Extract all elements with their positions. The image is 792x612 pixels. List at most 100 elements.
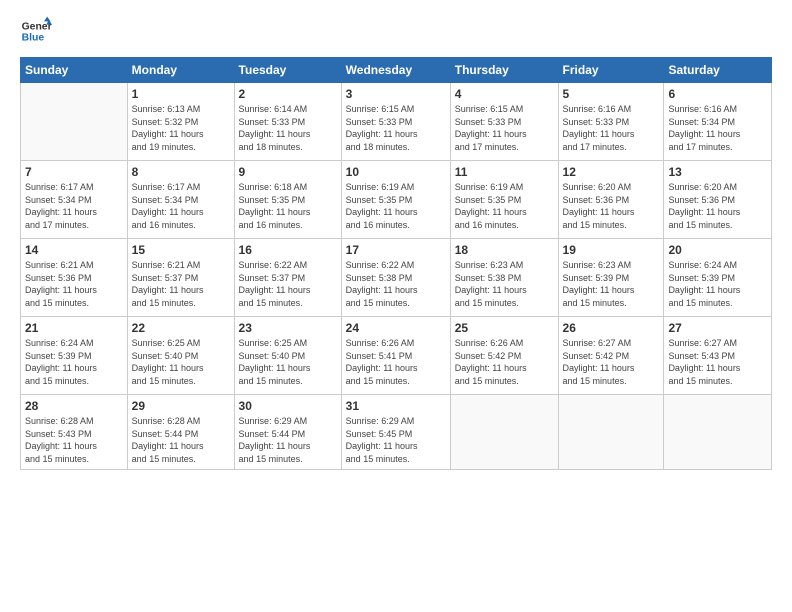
day-number: 11 [455,165,554,179]
day-info: Sunrise: 6:27 AM Sunset: 5:43 PM Dayligh… [668,337,767,387]
calendar-cell [664,395,772,470]
day-info: Sunrise: 6:21 AM Sunset: 5:36 PM Dayligh… [25,259,123,309]
day-info: Sunrise: 6:22 AM Sunset: 5:37 PM Dayligh… [239,259,337,309]
calendar-cell: 3 Sunrise: 6:15 AM Sunset: 5:33 PM Daylig… [341,83,450,161]
day-info: Sunrise: 6:15 AM Sunset: 5:33 PM Dayligh… [455,103,554,153]
day-number: 8 [132,165,230,179]
calendar-cell: 12 Sunrise: 6:20 AM Sunset: 5:36 PM Dayli… [558,161,664,239]
day-info: Sunrise: 6:20 AM Sunset: 5:36 PM Dayligh… [668,181,767,231]
day-info: Sunrise: 6:17 AM Sunset: 5:34 PM Dayligh… [25,181,123,231]
logo: General Blue [20,15,52,47]
calendar-cell: 14 Sunrise: 6:21 AM Sunset: 5:36 PM Dayli… [21,239,128,317]
calendar-cell: 1 Sunrise: 6:13 AM Sunset: 5:32 PM Daylig… [127,83,234,161]
day-number: 18 [455,243,554,257]
day-info: Sunrise: 6:22 AM Sunset: 5:38 PM Dayligh… [346,259,446,309]
day-number: 3 [346,87,446,101]
day-number: 23 [239,321,337,335]
calendar-cell: 5 Sunrise: 6:16 AM Sunset: 5:33 PM Daylig… [558,83,664,161]
weekday-header: Saturday [664,58,772,83]
calendar-cell: 20Sunrise: 6:24 AM Sunset: 5:39 PM Dayli… [664,239,772,317]
day-number: 25 [455,321,554,335]
calendar-cell: 15 Sunrise: 6:21 AM Sunset: 5:37 PM Dayli… [127,239,234,317]
calendar-week-row: 21 Sunrise: 6:24 AM Sunset: 5:39 PM Dayli… [21,317,772,395]
calendar-body: 1 Sunrise: 6:13 AM Sunset: 5:32 PM Daylig… [21,83,772,470]
calendar-cell: 16 Sunrise: 6:22 AM Sunset: 5:37 PM Dayli… [234,239,341,317]
day-info: Sunrise: 6:14 AM Sunset: 5:33 PM Dayligh… [239,103,337,153]
calendar-cell: 21 Sunrise: 6:24 AM Sunset: 5:39 PM Dayli… [21,317,128,395]
day-info: Sunrise: 6:21 AM Sunset: 5:37 PM Dayligh… [132,259,230,309]
calendar-week-row: 14 Sunrise: 6:21 AM Sunset: 5:36 PM Dayli… [21,239,772,317]
calendar-cell: 11 Sunrise: 6:19 AM Sunset: 5:35 PM Dayli… [450,161,558,239]
day-info: Sunrise: 6:24 AM Sunset: 5:39 PM Dayligh… [25,337,123,387]
calendar-cell: 25 Sunrise: 6:26 AM Sunset: 5:42 PM Dayli… [450,317,558,395]
calendar-week-row: 1 Sunrise: 6:13 AM Sunset: 5:32 PM Daylig… [21,83,772,161]
day-number: 10 [346,165,446,179]
calendar-cell: 23 Sunrise: 6:25 AM Sunset: 5:40 PM Dayli… [234,317,341,395]
calendar-cell: 17 Sunrise: 6:22 AM Sunset: 5:38 PM Dayli… [341,239,450,317]
day-info: Sunrise: 6:13 AM Sunset: 5:32 PM Dayligh… [132,103,230,153]
day-number: 12 [563,165,660,179]
calendar-cell: 29 Sunrise: 6:28 AM Sunset: 5:44 PM Dayli… [127,395,234,470]
day-number: 27 [668,321,767,335]
page-container: General Blue SundayMondayTuesdayWednesda… [0,0,792,612]
weekday-header: Thursday [450,58,558,83]
calendar-week-row: 7 Sunrise: 6:17 AM Sunset: 5:34 PM Daylig… [21,161,772,239]
day-number: 2 [239,87,337,101]
day-info: Sunrise: 6:26 AM Sunset: 5:41 PM Dayligh… [346,337,446,387]
day-info: Sunrise: 6:25 AM Sunset: 5:40 PM Dayligh… [239,337,337,387]
day-info: Sunrise: 6:27 AM Sunset: 5:42 PM Dayligh… [563,337,660,387]
day-info: Sunrise: 6:20 AM Sunset: 5:36 PM Dayligh… [563,181,660,231]
header: General Blue [20,15,772,47]
calendar-cell: 26 Sunrise: 6:27 AM Sunset: 5:42 PM Dayli… [558,317,664,395]
day-number: 14 [25,243,123,257]
day-info: Sunrise: 6:16 AM Sunset: 5:33 PM Dayligh… [563,103,660,153]
day-info: Sunrise: 6:17 AM Sunset: 5:34 PM Dayligh… [132,181,230,231]
day-info: Sunrise: 6:28 AM Sunset: 5:43 PM Dayligh… [25,415,123,465]
day-number: 5 [563,87,660,101]
day-info: Sunrise: 6:16 AM Sunset: 5:34 PM Dayligh… [668,103,767,153]
calendar-table: SundayMondayTuesdayWednesdayThursdayFrid… [20,57,772,470]
calendar-cell [21,83,128,161]
day-info: Sunrise: 6:18 AM Sunset: 5:35 PM Dayligh… [239,181,337,231]
day-info: Sunrise: 6:23 AM Sunset: 5:39 PM Dayligh… [563,259,660,309]
calendar-cell: 28Sunrise: 6:28 AM Sunset: 5:43 PM Dayli… [21,395,128,470]
calendar-cell: 2 Sunrise: 6:14 AM Sunset: 5:33 PM Daylig… [234,83,341,161]
day-number: 1 [132,87,230,101]
logo-icon: General Blue [20,15,52,47]
weekday-header: Monday [127,58,234,83]
day-number: 16 [239,243,337,257]
day-number: 9 [239,165,337,179]
calendar-cell: 9 Sunrise: 6:18 AM Sunset: 5:35 PM Daylig… [234,161,341,239]
calendar-cell [450,395,558,470]
day-number: 29 [132,399,230,413]
day-number: 21 [25,321,123,335]
day-info: Sunrise: 6:29 AM Sunset: 5:45 PM Dayligh… [346,415,446,465]
day-info: Sunrise: 6:19 AM Sunset: 5:35 PM Dayligh… [346,181,446,231]
day-info: Sunrise: 6:23 AM Sunset: 5:38 PM Dayligh… [455,259,554,309]
day-number: 7 [25,165,123,179]
calendar-cell: 31 Sunrise: 6:29 AM Sunset: 5:45 PM Dayli… [341,395,450,470]
day-number: 19 [563,243,660,257]
day-number: 26 [563,321,660,335]
day-info: Sunrise: 6:26 AM Sunset: 5:42 PM Dayligh… [455,337,554,387]
day-info: Sunrise: 6:25 AM Sunset: 5:40 PM Dayligh… [132,337,230,387]
weekday-header: Wednesday [341,58,450,83]
day-number: 31 [346,399,446,413]
calendar-cell: 8 Sunrise: 6:17 AM Sunset: 5:34 PM Daylig… [127,161,234,239]
weekday-header: Friday [558,58,664,83]
day-info: Sunrise: 6:15 AM Sunset: 5:33 PM Dayligh… [346,103,446,153]
day-number: 17 [346,243,446,257]
calendar-cell: 4 Sunrise: 6:15 AM Sunset: 5:33 PM Daylig… [450,83,558,161]
calendar-cell: 22Sunrise: 6:25 AM Sunset: 5:40 PM Dayli… [127,317,234,395]
day-number: 24 [346,321,446,335]
day-number: 13 [668,165,767,179]
day-number: 15 [132,243,230,257]
day-number: 4 [455,87,554,101]
day-number: 20 [668,243,767,257]
calendar-cell: 30 Sunrise: 6:29 AM Sunset: 5:44 PM Dayli… [234,395,341,470]
calendar-cell: 6Sunrise: 6:16 AM Sunset: 5:34 PM Daylig… [664,83,772,161]
day-info: Sunrise: 6:28 AM Sunset: 5:44 PM Dayligh… [132,415,230,465]
day-info: Sunrise: 6:19 AM Sunset: 5:35 PM Dayligh… [455,181,554,231]
day-info: Sunrise: 6:29 AM Sunset: 5:44 PM Dayligh… [239,415,337,465]
day-number: 30 [239,399,337,413]
